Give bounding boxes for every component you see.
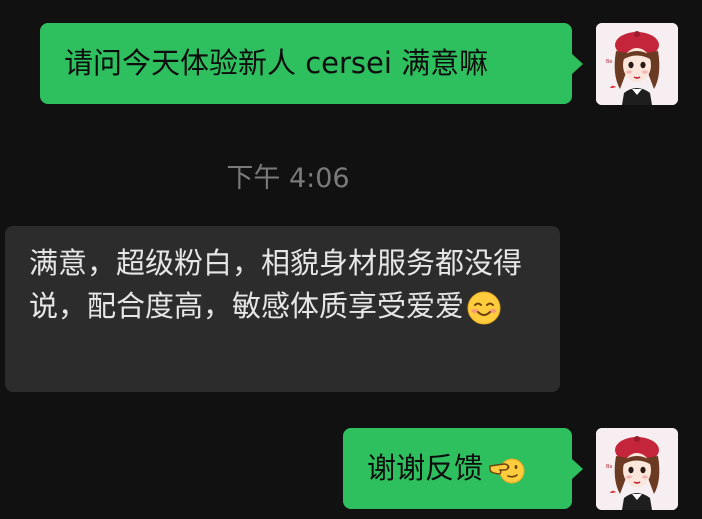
smiling-face-icon [467,291,501,325]
chat-window: 请问今天体验新人 cersei 满意嘛 Be 下午 4:06 满意，超级粉白，相… [0,0,702,519]
incoming-message-bubble[interactable]: 满意，超级粉白，相貌身材服务都没得说，配合度高，敏感体质享受爱爱 [5,226,560,392]
message-text: 请问今天体验新人 cersei 满意嘛 [64,46,489,80]
message-timestamp: 下午 4:06 [226,163,350,194]
pointing-hand-icon [489,458,525,483]
user-avatar[interactable]: Be [596,428,678,510]
message-text: 满意，超级粉白，相貌身材服务都没得说，配合度高，敏感体质享受爱爱 [29,246,523,323]
outgoing-message-bubble[interactable]: 谢谢反馈 [343,428,572,509]
outgoing-message-bubble[interactable]: 请问今天体验新人 cersei 满意嘛 [40,23,572,104]
user-avatar[interactable]: Be [596,23,678,105]
svg-text:Be: Be [606,464,613,470]
cartoon-girl-avatar-icon: Be [596,23,678,105]
svg-text:Be: Be [606,59,613,65]
bubble-tail [572,459,583,479]
bubble-tail [572,54,583,74]
message-text: 谢谢反馈 [367,451,484,485]
cartoon-girl-avatar-icon: Be [596,428,678,510]
